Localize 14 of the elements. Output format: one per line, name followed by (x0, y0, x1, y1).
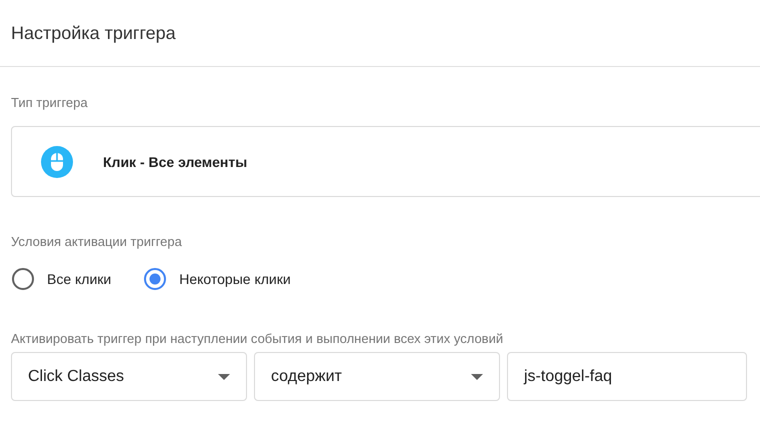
radio-option[interactable]: Все клики (11, 267, 112, 291)
mouse-icon (41, 146, 73, 178)
caret-icon (218, 374, 230, 380)
section-label: Активировать триггер при наступлении события и выполнении всех этих условий (11, 331, 504, 346)
page-title: Настройка триггера (11, 22, 176, 44)
dropdown-field[interactable]: Click Classes (11, 352, 247, 401)
section-label: Тип триггера (11, 95, 89, 110)
trigger-type-card[interactable]: Клик - Все элементы (11, 126, 760, 197)
caret-icon (471, 374, 483, 380)
input-field[interactable]: js-toggel-faq (507, 352, 747, 401)
radio-option[interactable]: Некоторые клики (143, 267, 291, 291)
trigger-type-name: Клик - Все элементы (103, 154, 248, 170)
dropdown-field[interactable]: содержит (254, 352, 500, 401)
section-label: Условия активации триггера (11, 234, 183, 249)
